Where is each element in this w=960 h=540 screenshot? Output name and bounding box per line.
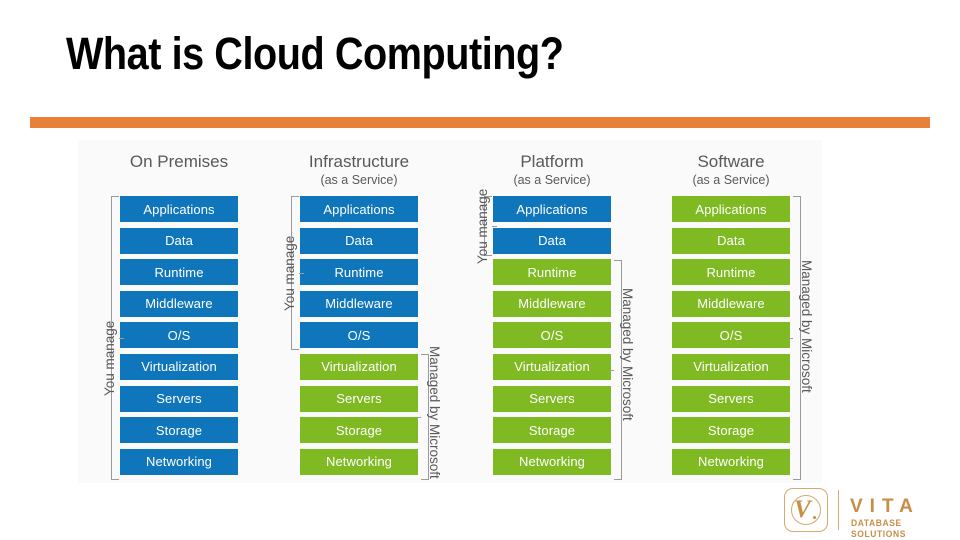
title-accent-rule (30, 117, 930, 128)
logo-divider (838, 490, 840, 530)
layer-virtualization: Virtualization (120, 353, 238, 380)
label-managed-by-microsoft-infrastructure: Managed by Microsoft (427, 346, 442, 479)
layer-applications: Applications (300, 196, 418, 222)
logo-mark-icon: V (784, 488, 828, 532)
vita-logo: V VITA DATABASE SOLUTIONS (784, 486, 954, 539)
layer-storage: Storage (672, 417, 790, 444)
layer-stack-infrastructure: Applications Data Runtime Middleware O/S… (300, 196, 418, 480)
layer-virtualization: Virtualization (300, 353, 418, 380)
column-header-infrastructure: Infrastructure (as a Service) (278, 152, 440, 188)
label-managed-by-microsoft-platform: Managed by Microsoft (620, 288, 635, 421)
layer-storage: Storage (120, 417, 238, 444)
layer-runtime: Runtime (493, 259, 611, 286)
logo-wordmark: VITA (850, 496, 920, 517)
layer-applications: Applications (120, 196, 238, 222)
column-subtitle: (as a Service) (320, 173, 398, 187)
layer-networking: Networking (672, 448, 790, 475)
label-you-manage-platform: You manage (475, 188, 490, 264)
layer-middleware: Middleware (120, 290, 238, 317)
layer-runtime: Runtime (672, 259, 790, 286)
layer-os: O/S (300, 322, 418, 349)
cloud-service-models-diagram: On Premises Applications Data Runtime Mi… (78, 140, 822, 483)
layer-data: Data (493, 227, 611, 254)
layer-servers: Servers (493, 385, 611, 412)
column-title: On Premises (129, 152, 229, 171)
layer-middleware: Middleware (672, 290, 790, 317)
layer-os: O/S (120, 322, 238, 349)
layer-applications: Applications (672, 196, 790, 222)
layer-stack-platform: Applications Data Runtime Middleware O/S… (493, 196, 611, 480)
layer-stack-on-premises: Applications Data Runtime Middleware O/S… (120, 196, 238, 480)
column-header-software: Software (as a Service) (650, 152, 812, 188)
layer-middleware: Middleware (300, 290, 418, 317)
label-you-manage-infrastructure: You manage (282, 235, 297, 311)
column-subtitle: (as a Service) (513, 173, 591, 187)
logo-dot-icon (813, 516, 816, 519)
logo-tagline: DATABASE SOLUTIONS (851, 517, 906, 539)
layer-runtime: Runtime (120, 259, 238, 286)
column-title: Platform (520, 152, 584, 171)
layer-virtualization: Virtualization (493, 353, 611, 380)
layer-os: O/S (493, 322, 611, 349)
column-title: Software (697, 152, 765, 171)
layer-stack-software: Applications Data Runtime Middleware O/S… (672, 196, 790, 480)
layer-data: Data (672, 227, 790, 254)
column-header-platform: Platform (as a Service) (471, 152, 633, 188)
layer-middleware: Middleware (493, 290, 611, 317)
column-subtitle: (as a Service) (692, 173, 770, 187)
layer-storage: Storage (300, 417, 418, 444)
label-you-manage-on-premises: You manage (102, 320, 117, 396)
layer-os: O/S (672, 322, 790, 349)
layer-networking: Networking (300, 448, 418, 475)
layer-servers: Servers (672, 385, 790, 412)
layer-servers: Servers (120, 385, 238, 412)
layer-data: Data (300, 227, 418, 254)
layer-data: Data (120, 227, 238, 254)
layer-networking: Networking (493, 448, 611, 475)
column-title: Infrastructure (308, 152, 410, 171)
layer-runtime: Runtime (300, 259, 418, 286)
label-managed-by-microsoft-software: Managed by Microsoft (799, 260, 814, 393)
layer-storage: Storage (493, 417, 611, 444)
page-title: What is Cloud Computing? (66, 28, 564, 79)
layer-virtualization: Virtualization (672, 353, 790, 380)
column-header-on-premises: On Premises (98, 152, 260, 172)
layer-applications: Applications (493, 196, 611, 222)
logo-letter-v: V (794, 496, 811, 523)
layer-servers: Servers (300, 385, 418, 412)
layer-networking: Networking (120, 448, 238, 475)
